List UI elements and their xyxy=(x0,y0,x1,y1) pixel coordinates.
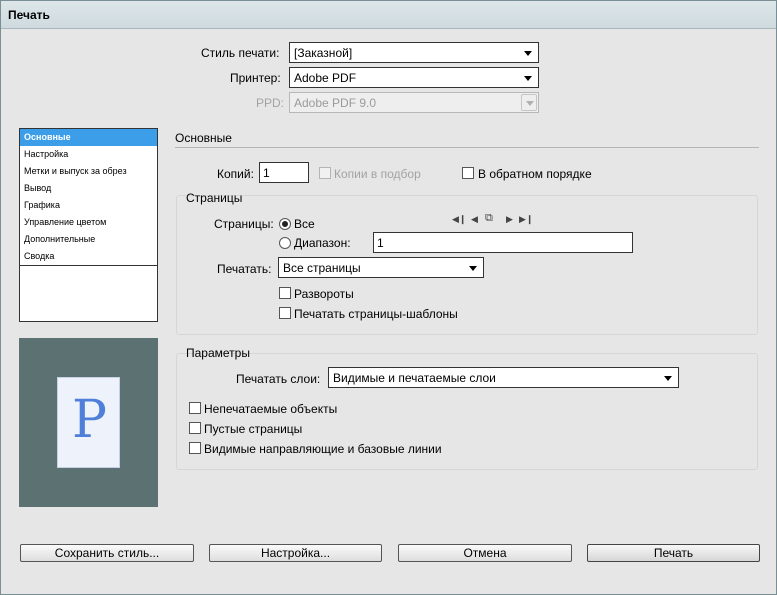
pages-range-value: 1 xyxy=(377,236,384,250)
sidebar-item-output[interactable]: Вывод xyxy=(20,180,157,197)
copies-label: Копий: xyxy=(217,167,254,181)
ppd-label: PPD: xyxy=(256,96,285,110)
first-page-icon[interactable]: ◀❙ xyxy=(452,214,466,225)
print-dialog: Печать Стиль печати: [Заказной] Принтер:… xyxy=(0,0,777,595)
save-style-button[interactable]: Сохранить стиль... xyxy=(20,544,194,562)
print-pages-value: Все страницы xyxy=(283,261,361,275)
category-list[interactable]: Основные Настройка Метки и выпуск за обр… xyxy=(19,128,158,322)
printer-label: Принтер: xyxy=(230,71,281,85)
options-group-title: Параметры xyxy=(186,346,250,360)
reverse-order-checkbox[interactable] xyxy=(462,167,474,179)
visible-guides-label: Видимые направляющие и базовые линии xyxy=(204,442,442,456)
chevron-down-icon xyxy=(524,76,532,81)
preview-page: P xyxy=(57,377,120,468)
nonprinting-objects-label: Непечатаемые объекты xyxy=(204,402,338,416)
nonprinting-objects-checkbox[interactable] xyxy=(189,402,201,414)
chevron-down-icon xyxy=(469,266,477,271)
sidebar-item-summary[interactable]: Сводка xyxy=(20,248,157,265)
print-style-value: [Заказной] xyxy=(294,46,353,60)
sidebar-item-basic[interactable]: Основные xyxy=(20,129,157,146)
print-layers-dropdown[interactable]: Видимые и печатаемые слои xyxy=(328,367,679,388)
printer-value: Adobe PDF xyxy=(294,71,357,85)
sidebar-item-graphics[interactable]: Графика xyxy=(20,197,157,214)
print-layers-value: Видимые и печатаемые слои xyxy=(333,371,496,385)
collate-checkbox[interactable] xyxy=(319,167,331,179)
blank-pages-checkbox[interactable] xyxy=(189,422,201,434)
visible-guides-checkbox[interactable] xyxy=(189,442,201,454)
blank-pages-label: Пустые страницы xyxy=(204,422,303,436)
prev-page-icon[interactable]: ◀ xyxy=(471,214,478,225)
page-preview: P xyxy=(19,338,158,507)
chevron-down-icon xyxy=(524,51,532,56)
last-page-icon[interactable]: ▶❙ xyxy=(519,214,533,225)
setup-button[interactable]: Настройка... xyxy=(209,544,382,562)
sidebar-item-advanced[interactable]: Дополнительные xyxy=(20,231,157,248)
printer-dropdown[interactable]: Adobe PDF xyxy=(289,67,539,88)
print-style-label: Стиль печати: xyxy=(201,46,280,60)
next-page-icon[interactable]: ▶ xyxy=(506,214,513,225)
master-pages-label: Печатать страницы-шаблоны xyxy=(294,307,458,321)
master-pages-checkbox[interactable] xyxy=(279,307,291,319)
copies-value: 1 xyxy=(263,166,270,180)
spreads-label: Развороты xyxy=(294,287,354,301)
reverse-order-label: В обратном порядке xyxy=(478,167,592,181)
chevron-down-icon xyxy=(664,376,672,381)
title-bar: Печать xyxy=(1,1,776,29)
section-title: Основные xyxy=(175,131,232,145)
section-divider xyxy=(175,147,759,148)
pages-range-radio[interactable] xyxy=(279,237,291,249)
print-pages-dropdown[interactable]: Все страницы xyxy=(278,257,484,278)
sidebar-item-marks-bleed[interactable]: Метки и выпуск за обрез xyxy=(20,163,157,180)
sidebar-item-color-management[interactable]: Управление цветом xyxy=(20,214,157,231)
collate-label: Копии в подбор xyxy=(334,167,421,181)
pages-label: Страницы: xyxy=(214,217,274,231)
print-button[interactable]: Печать xyxy=(587,544,760,562)
list-divider xyxy=(20,265,157,266)
page-select-icon[interactable]: ⧉ xyxy=(485,212,493,225)
preview-letter: P xyxy=(72,390,107,450)
cancel-button[interactable]: Отмена xyxy=(398,544,572,562)
print-layers-label: Печатать слои: xyxy=(236,372,321,386)
window-title: Печать xyxy=(8,8,50,22)
pages-all-radio[interactable] xyxy=(279,218,291,230)
pages-range-label: Диапазон: xyxy=(294,236,351,250)
sidebar-item-setup[interactable]: Настройка xyxy=(20,146,157,163)
ppd-value: Adobe PDF 9.0 xyxy=(294,96,377,110)
pages-range-input[interactable]: 1 xyxy=(373,232,633,253)
print-style-dropdown[interactable]: [Заказной] xyxy=(289,42,539,63)
ppd-dropdown: Adobe PDF 9.0 xyxy=(289,92,539,113)
pages-all-label: Все xyxy=(294,217,315,231)
copies-input[interactable]: 1 xyxy=(259,162,309,183)
spreads-checkbox[interactable] xyxy=(279,287,291,299)
pages-group-title: Страницы xyxy=(186,191,243,205)
print-pages-label: Печатать: xyxy=(217,262,272,276)
chevron-down-icon xyxy=(521,94,537,111)
